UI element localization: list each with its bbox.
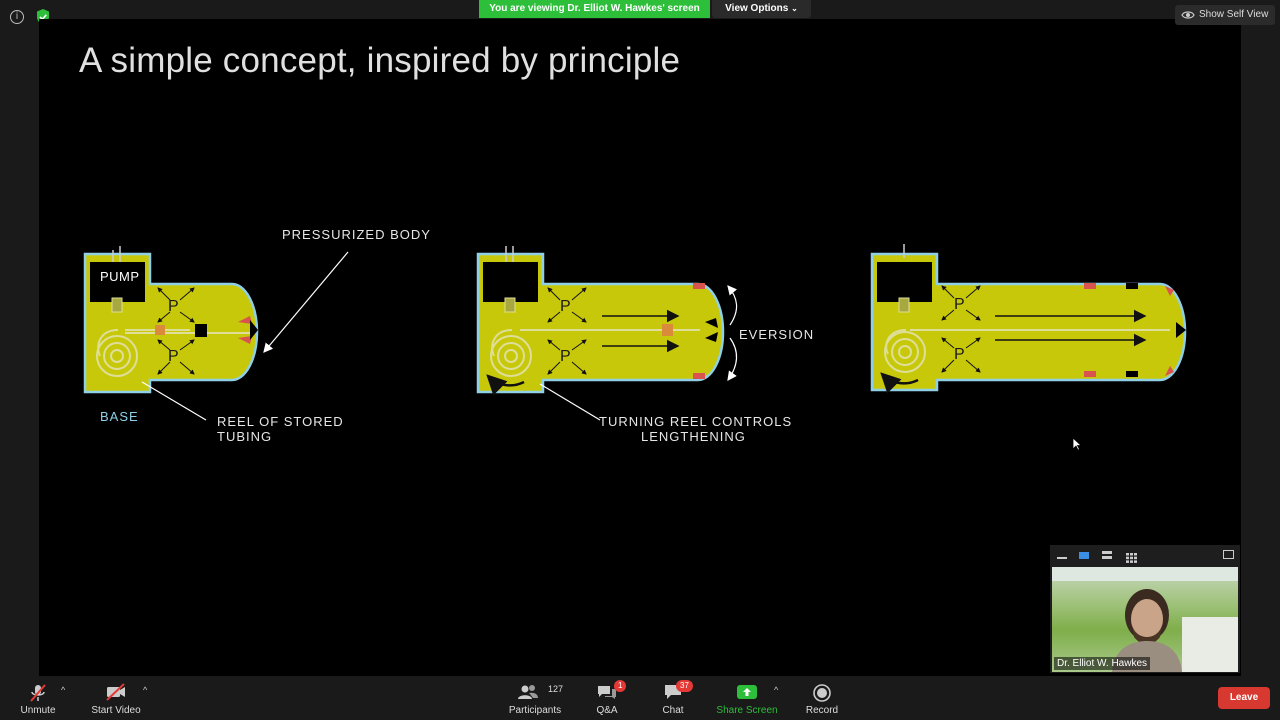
share-screen-button[interactable]: Share Screen (714, 680, 780, 720)
reel-label-line1: REEL OF STORED (217, 414, 344, 429)
video-options-caret-icon[interactable]: ^ (143, 685, 147, 695)
record-icon (813, 684, 831, 702)
microphone-muted-icon (30, 684, 46, 702)
show-self-view-button[interactable]: Show Self View (1175, 5, 1275, 25)
mouse-cursor-icon (1072, 437, 1082, 451)
share-options-caret-icon[interactable]: ^ (774, 685, 778, 695)
diagram-stage-3 (870, 244, 1187, 394)
stacked-view-icon[interactable] (1102, 550, 1113, 560)
qa-badge: 1 (614, 680, 627, 692)
chevron-down-icon: ⌄ (791, 4, 798, 13)
grid-view-icon[interactable] (1126, 550, 1137, 563)
eye-icon (1181, 11, 1195, 19)
video-panel-controls (1050, 545, 1240, 565)
qa-button[interactable]: 1 Q&A (590, 680, 627, 720)
base-label: BASE (100, 409, 139, 424)
leave-button[interactable]: Leave (1218, 687, 1270, 709)
start-video-button[interactable]: Start Video (86, 680, 146, 720)
participant-name-label: Dr. Elliot W. Hawkes (1054, 657, 1151, 670)
record-button[interactable]: Record (801, 680, 843, 720)
unmute-button[interactable]: Unmute (14, 680, 62, 720)
single-view-icon[interactable] (1079, 550, 1090, 560)
pressure-label: P (560, 348, 571, 365)
participants-icon (517, 685, 538, 699)
turning-reel-label-line1: TURNING REEL CONTROLS (599, 414, 793, 429)
participants-label: Participants (508, 705, 562, 716)
qa-label: Q&A (596, 705, 618, 716)
viewing-banner: You are viewing Dr. Elliot W. Hawkes' sc… (479, 0, 710, 18)
diagram-stage-2 (476, 246, 738, 421)
show-self-view-label: Show Self View (1199, 9, 1269, 20)
participant-video[interactable]: Dr. Elliot W. Hawkes (1052, 567, 1238, 672)
record-label: Record (805, 705, 839, 716)
chat-label: Chat (662, 705, 684, 716)
eversion-label: EVERSION (739, 327, 815, 342)
participants-count: 127 (548, 684, 564, 694)
pressure-label: P (168, 298, 179, 315)
pressure-label: P (954, 346, 965, 363)
unmute-label: Unmute (20, 705, 56, 716)
participants-button[interactable]: 127 Participants (505, 680, 565, 720)
pop-out-icon[interactable] (1223, 550, 1234, 560)
view-options-button[interactable]: View Options ⌄ (712, 0, 811, 18)
share-screen-icon (737, 685, 757, 699)
info-icon[interactable]: i (10, 10, 24, 24)
pressure-label: P (560, 298, 571, 315)
minimize-icon[interactable] (1057, 550, 1068, 560)
audio-options-caret-icon[interactable]: ^ (61, 685, 65, 695)
view-options-label: View Options (725, 3, 789, 14)
pressurized-body-label: PRESSURIZED BODY (282, 227, 431, 242)
pump-label: PUMP (100, 269, 140, 284)
share-screen-label: Share Screen (716, 705, 778, 716)
meeting-toolbar: Unmute ^ Start Video ^ 127 Participants … (0, 676, 1280, 720)
video-camera-off-icon (106, 683, 125, 701)
pressure-label: P (954, 296, 965, 313)
turning-reel-label-line2: LENGTHENING (641, 429, 746, 444)
chat-badge: 37 (676, 680, 693, 692)
start-video-label: Start Video (91, 705, 141, 716)
reel-label-line2: TUBING (217, 429, 273, 444)
video-thumbnail-panel: Dr. Elliot W. Hawkes (1050, 545, 1240, 673)
pressure-label: P (168, 348, 179, 365)
chat-button[interactable]: 37 Chat (656, 680, 693, 720)
